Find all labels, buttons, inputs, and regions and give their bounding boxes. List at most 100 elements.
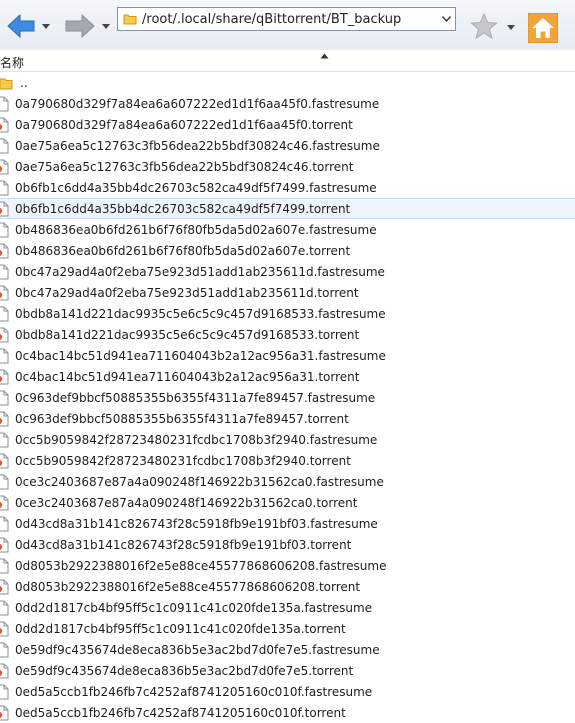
file-row[interactable]: 0ce3c2403687e87a4a090248f146922b31562ca0… [0,492,575,513]
back-arrow-icon [7,13,35,39]
file-icon [0,474,9,489]
file-row[interactable]: 0cc5b9059842f28723480231fcdbc1708b3f2940… [0,429,575,450]
file-row[interactable]: 0bdb8a141d221dac9935c5e6c5c9c457d9168533… [0,324,575,345]
parent-directory-row[interactable]: .. [0,72,575,93]
file-icon [0,390,9,405]
home-button[interactable] [527,12,559,44]
list-header [0,50,575,72]
file-name: 0ae75a6ea5c12763c3fb56dea22b5bdf30824c46… [15,159,354,174]
file-icon [0,264,9,279]
file-icon [0,642,9,657]
torrent-file-icon [0,327,9,342]
chevron-down-icon[interactable] [102,23,110,29]
file-name: 0dd2d1817cb4bf95ff5c1c0911c41c020fde135a… [15,621,346,636]
torrent-file-icon [0,495,9,510]
file-row[interactable]: 0b486836ea0b6fd261b6f76f80fb5da5d02a607e… [0,240,575,261]
file-list: .. 0a790680d329f7a84ea6a607222ed1d1f6aa4… [0,72,575,723]
file-row[interactable]: 0c963def9bbcf50885355b6355f4311a7fe89457… [0,408,575,429]
torrent-file-icon [0,579,9,594]
back-button[interactable] [6,9,50,43]
file-name: 0c963def9bbcf50885355b6355f4311a7fe89457… [15,390,376,405]
torrent-file-icon [0,663,9,678]
forward-arrow-icon [65,13,95,39]
file-row[interactable]: 0c4bac14bc51d941ea711604043b2a12ac956a31… [0,345,575,366]
file-name: 0bc47a29ad4a0f2eba75e923d51add1ab235611d… [15,285,359,300]
file-name: 0b6fb1c6dd4a35bb4dc26703c582ca49df5f7499… [15,180,377,195]
file-name: 0d8053b2922388016f2e5e88ce45577868606208… [15,558,387,573]
path-text[interactable]: /root/.local/share/qBittorrent/BT_backup [142,12,437,27]
file-icon [0,558,9,573]
file-row[interactable]: 0ae75a6ea5c12763c3fb56dea22b5bdf30824c46… [0,156,575,177]
file-name: 0dd2d1817cb4bf95ff5c1c0911c41c020fde135a… [15,600,373,615]
torrent-file-icon [0,537,9,552]
chevron-down-icon[interactable] [507,25,515,30]
torrent-file-icon [0,243,9,258]
file-name: 0cc5b9059842f28723480231fcdbc1708b3f2940… [15,432,378,447]
file-row[interactable]: 0a790680d329f7a84ea6a607222ed1d1f6aa45f0… [0,114,575,135]
file-name: 0ce3c2403687e87a4a090248f146922b31562ca0… [15,474,384,489]
file-name: 0ed5a5ccb1fb246fb7c4252af8741205160c010f… [15,684,373,699]
file-icon [0,348,9,363]
parent-directory-label: .. [20,75,28,90]
file-row[interactable]: 0dd2d1817cb4bf95ff5c1c0911c41c020fde135a… [0,597,575,618]
bookmark-star-icon[interactable] [470,13,498,40]
file-name: 0a790680d329f7a84ea6a607222ed1d1f6aa45f0… [15,96,380,111]
file-name: 0b486836ea0b6fd261b6f76f80fb5da5d02a607e… [15,222,377,237]
file-name: 0cc5b9059842f28723480231fcdbc1708b3f2940… [15,453,351,468]
file-row[interactable]: 0d43cd8a31b141c826743f28c5918fb9e191bf03… [0,534,575,555]
file-row[interactable]: 0d43cd8a31b141c826743f28c5918fb9e191bf03… [0,513,575,534]
file-row[interactable]: 0ce3c2403687e87a4a090248f146922b31562ca0… [0,471,575,492]
file-name: 0c4bac14bc51d941ea711604043b2a12ac956a31… [15,348,386,363]
column-header-name[interactable]: 名称 [0,54,24,71]
file-row[interactable]: 0c963def9bbcf50885355b6355f4311a7fe89457… [0,387,575,408]
forward-button[interactable] [64,9,110,43]
file-row[interactable]: 0dd2d1817cb4bf95ff5c1c0911c41c020fde135a… [0,618,575,639]
torrent-file-icon [0,621,9,636]
file-name: 0ae75a6ea5c12763c3fb56dea22b5bdf30824c46… [15,138,380,153]
torrent-file-icon [0,201,9,216]
torrent-file-icon [0,369,9,384]
path-dropdown-button[interactable] [437,16,455,22]
file-icon [0,684,9,699]
file-name: 0e59df9c435674de8eca836b5e3ac2bd7d0fe7e5… [15,663,354,678]
file-row[interactable]: 0bc47a29ad4a0f2eba75e923d51add1ab235611d… [0,282,575,303]
file-row[interactable]: 0ae75a6ea5c12763c3fb56dea22b5bdf30824c46… [0,135,575,156]
file-name: 0ed5a5ccb1fb246fb7c4252af8741205160c010f… [15,705,346,720]
file-row[interactable]: 0d8053b2922388016f2e5e88ce45577868606208… [0,555,575,576]
file-row[interactable]: 0b486836ea0b6fd261b6f76f80fb5da5d02a607e… [0,219,575,240]
file-row[interactable]: 0e59df9c435674de8eca836b5e3ac2bd7d0fe7e5… [0,660,575,681]
file-row[interactable]: 0d8053b2922388016f2e5e88ce45577868606208… [0,576,575,597]
file-icon [0,600,9,615]
file-row[interactable]: 0ed5a5ccb1fb246fb7c4252af8741205160c010f… [0,681,575,702]
file-row[interactable]: 0bdb8a141d221dac9935c5e6c5c9c457d9168533… [0,303,575,324]
path-combobox[interactable]: /root/.local/share/qBittorrent/BT_backup [117,7,456,31]
file-row[interactable]: 0c4bac14bc51d941ea711604043b2a12ac956a31… [0,366,575,387]
file-row[interactable]: 0ed5a5ccb1fb246fb7c4252af8741205160c010f… [0,702,575,723]
file-row[interactable]: 0b6fb1c6dd4a35bb4dc26703c582ca49df5f7499… [0,177,575,198]
chevron-down-icon [441,16,451,22]
file-name: 0b486836ea0b6fd261b6f76f80fb5da5d02a607e… [15,243,351,258]
file-row[interactable]: 0bc47a29ad4a0f2eba75e923d51add1ab235611d… [0,261,575,282]
file-row[interactable]: 0e59df9c435674de8eca836b5e3ac2bd7d0fe7e5… [0,639,575,660]
torrent-file-icon [0,453,9,468]
file-name: 0c963def9bbcf50885355b6355f4311a7fe89457… [15,411,349,426]
chevron-down-icon[interactable] [42,23,50,29]
file-name: 0d8053b2922388016f2e5e88ce45577868606208… [15,579,361,594]
file-row[interactable]: 0a790680d329f7a84ea6a607222ed1d1f6aa45f0… [0,93,575,114]
file-row[interactable]: 0cc5b9059842f28723480231fcdbc1708b3f2940… [0,450,575,471]
file-icon [0,432,9,447]
file-name: 0a790680d329f7a84ea6a607222ed1d1f6aa45f0… [15,117,353,132]
file-name: 0d43cd8a31b141c826743f28c5918fb9e191bf03… [15,516,378,531]
file-name: 0bc47a29ad4a0f2eba75e923d51add1ab235611d… [15,264,385,279]
file-name: 0c4bac14bc51d941ea711604043b2a12ac956a31… [15,369,360,384]
sort-ascending-icon [320,53,329,59]
file-name: 0bdb8a141d221dac9935c5e6c5c9c457d9168533… [15,327,360,342]
toolbar: /root/.local/share/qBittorrent/BT_backup [0,0,575,51]
torrent-file-icon [0,285,9,300]
file-icon [0,222,9,237]
file-name: 0b6fb1c6dd4a35bb4dc26703c582ca49df5f7499… [15,201,351,216]
file-icon [0,516,9,531]
file-row[interactable]: 0b6fb1c6dd4a35bb4dc26703c582ca49df5f7499… [0,198,575,219]
folder-icon [0,78,13,89]
file-name: 0bdb8a141d221dac9935c5e6c5c9c457d9168533… [15,306,386,321]
